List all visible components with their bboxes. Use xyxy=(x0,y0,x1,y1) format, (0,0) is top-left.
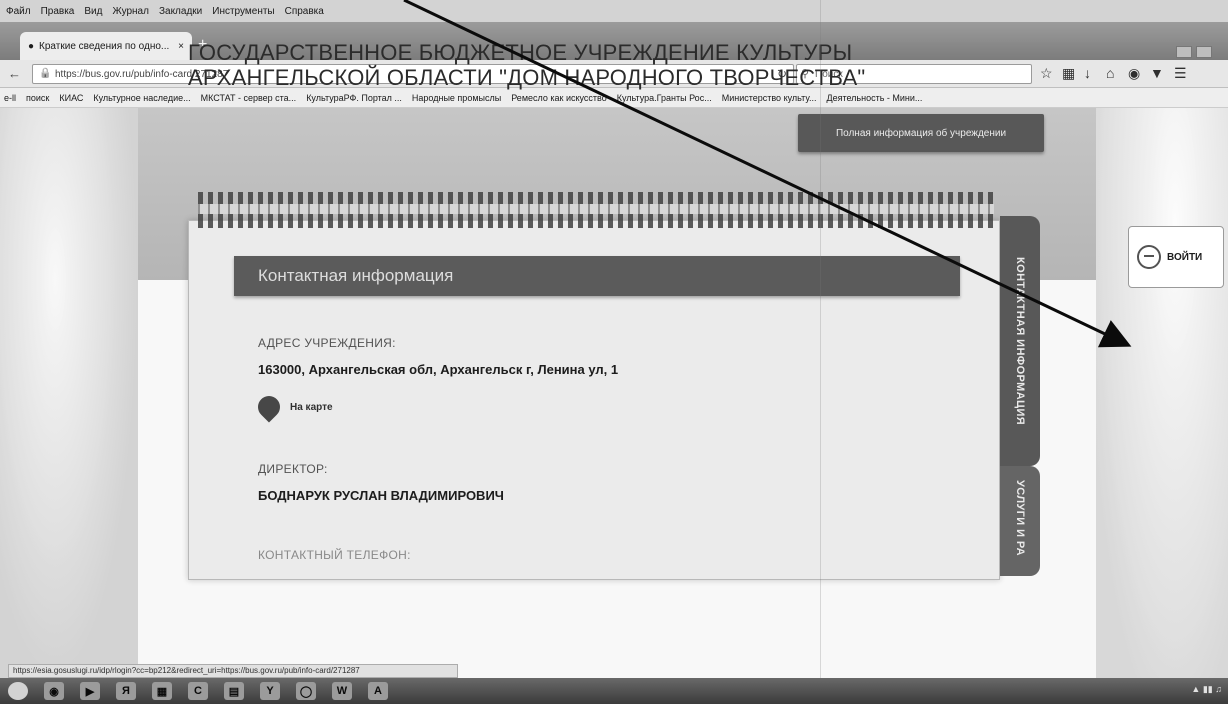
explorer-icon[interactable]: ▤ xyxy=(224,682,244,700)
library-icon[interactable]: ▦ xyxy=(1062,65,1075,82)
address-value: 163000, Архангельская обл, Архангельск г… xyxy=(258,362,619,377)
word-icon[interactable]: W xyxy=(332,682,352,700)
page-title-line1: ГОСУДАРСТВЕННОЕ БЮДЖЕТНОЕ УЧРЕЖДЕНИЕ КУЛ… xyxy=(188,40,853,65)
bookmark-item[interactable]: КультураРФ. Портал ... xyxy=(306,93,402,103)
system-tray[interactable]: ▲ ▮▮ ♫ xyxy=(1191,684,1222,695)
menu-bookmarks[interactable]: Закладки xyxy=(159,6,202,17)
tab-contact-info[interactable]: КОНТАКТНАЯ ИНФОРМАЦИЯ xyxy=(1000,216,1040,466)
yandex-icon[interactable]: Я xyxy=(116,682,136,700)
os-taskbar: ◉ ▶ Я ▦ C ▤ Y ◯ W A ▲ ▮▮ ♫ xyxy=(0,678,1228,704)
bookmark-item[interactable]: Деятельность - Мини... xyxy=(826,93,922,103)
bookmark-item[interactable]: Ремесло как искусство xyxy=(511,93,607,103)
phone-label: КОНТАКТНЫЙ ТЕЛЕФОН: xyxy=(258,548,411,562)
login-icon xyxy=(1137,245,1161,269)
tab-favicon-icon: ● xyxy=(28,40,35,52)
page-title: ГОСУДАРСТВЕННОЕ БЮДЖЕТНОЕ УЧРЕЖДЕНИЕ КУЛ… xyxy=(188,40,948,90)
page-title-line2: АРХАНГЕЛЬСКОЙ ОБЛАСТИ "ДОМ НАРОДНОГО ТВО… xyxy=(188,65,866,90)
menu-history[interactable]: Журнал xyxy=(112,6,149,17)
menu-tools[interactable]: Инструменты xyxy=(212,6,274,17)
menu-file[interactable]: Файл xyxy=(6,6,31,17)
bookmark-item[interactable]: Народные промыслы xyxy=(412,93,501,103)
bookmarks-bar: e-ll поиск КИАС Культурное наследие... М… xyxy=(0,88,1228,108)
bookmark-item[interactable]: КИАС xyxy=(59,93,83,103)
media-player-icon[interactable]: ▶ xyxy=(80,682,100,700)
menu-view[interactable]: Вид xyxy=(84,6,102,17)
spiral-binding xyxy=(198,192,994,228)
star-icon[interactable]: ☆ xyxy=(1040,65,1053,82)
chrome-icon[interactable]: ◉ xyxy=(44,682,64,700)
bookmark-item[interactable]: МКСТАТ - сервер ста... xyxy=(201,93,297,103)
bookmark-item[interactable]: Министерство культу... xyxy=(722,93,817,103)
acrobat-icon[interactable]: A xyxy=(368,682,388,700)
map-link[interactable]: На карте xyxy=(253,391,333,423)
back-arrow-icon[interactable]: ← xyxy=(8,66,21,81)
bookmark-item[interactable]: поиск xyxy=(26,93,49,103)
login-label: ВОЙТИ xyxy=(1167,251,1203,263)
full-info-button[interactable]: Полная информация об учреждении xyxy=(798,114,1044,152)
status-bar: https://esia.gosuslugi.ru/idp/rlogin?cc=… xyxy=(8,664,458,678)
background-right xyxy=(1096,108,1228,678)
extension-icon[interactable]: ◉ xyxy=(1128,65,1140,82)
minimize-button[interactable] xyxy=(1176,46,1192,58)
director-label: ДИРЕКТОР: xyxy=(258,462,328,476)
browser-menubar: Файл Правка Вид Журнал Закладки Инструме… xyxy=(0,0,1228,22)
maximize-button[interactable] xyxy=(1196,46,1212,58)
bookmark-item[interactable]: e-ll xyxy=(4,93,16,103)
yandex-browser-icon[interactable]: Y xyxy=(260,682,280,700)
files-icon[interactable]: ▦ xyxy=(152,682,172,700)
menu-hamburger-icon[interactable]: ☰ xyxy=(1174,65,1187,82)
firefox-icon[interactable]: ◯ xyxy=(296,682,316,700)
start-icon[interactable] xyxy=(8,682,28,700)
login-button[interactable]: ВОЙТИ xyxy=(1128,226,1224,288)
bookmark-item[interactable]: Культура.Гранты Рос... xyxy=(617,93,712,103)
tab-services[interactable]: УСЛУГИ И РА xyxy=(1000,466,1040,576)
pocket-icon[interactable]: ▼ xyxy=(1150,65,1164,81)
lock-icon: 🔒 xyxy=(39,68,52,79)
browser-tab[interactable]: ● Краткие сведения по одно... × xyxy=(20,32,192,60)
download-icon[interactable]: ↓ xyxy=(1084,65,1091,81)
map-pin-icon xyxy=(253,391,285,423)
section-title: Контактная информация xyxy=(234,256,960,296)
menu-edit[interactable]: Правка xyxy=(41,6,75,17)
ccleaner-icon[interactable]: C xyxy=(188,682,208,700)
scan-fold-line xyxy=(820,0,821,704)
background-left xyxy=(0,108,138,678)
tab-title: Краткие сведения по одно... xyxy=(39,40,170,52)
menu-help[interactable]: Справка xyxy=(285,6,324,17)
director-value: БОДНАРУК РУСЛАН ВЛАДИМИРОВИЧ xyxy=(258,488,504,503)
map-link-label: На карте xyxy=(290,401,333,413)
home-icon[interactable]: ⌂ xyxy=(1106,65,1114,81)
address-label: АДРЕС УЧРЕЖДЕНИЯ: xyxy=(258,336,396,350)
tab-close-icon[interactable]: × xyxy=(178,41,184,52)
bookmark-item[interactable]: Культурное наследие... xyxy=(93,93,190,103)
